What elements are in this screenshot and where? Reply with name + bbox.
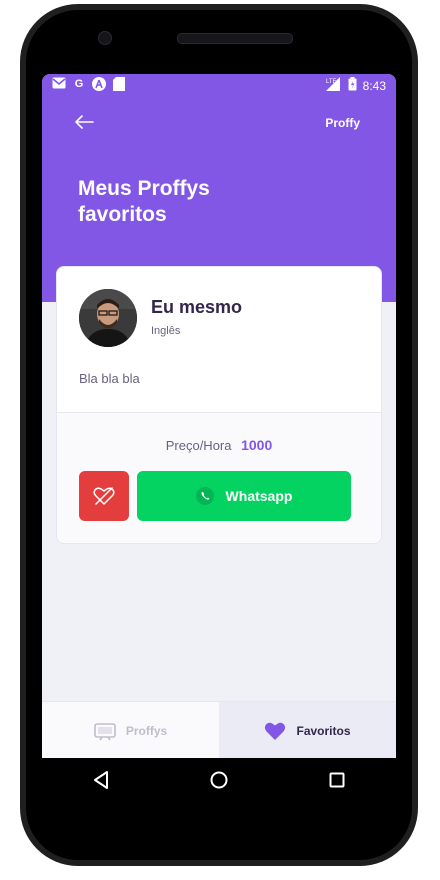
nav-home-button[interactable] (199, 760, 239, 800)
teacher-subject: Inglês (151, 325, 181, 337)
page-title: Meus Proffys favoritos (78, 176, 328, 228)
whatsapp-label: Whatsapp (225, 488, 293, 504)
home-nav-icon (210, 771, 228, 789)
phone-speaker (177, 33, 293, 44)
unfavorite-button[interactable] (79, 471, 129, 521)
tab-proffys[interactable]: Proffys (42, 702, 219, 758)
heart-icon (265, 722, 286, 740)
bottom-tab-bar: Proffys Favoritos (42, 701, 396, 758)
svg-text:LTE: LTE (326, 79, 337, 85)
page-title-line1: Meus Proffys (78, 177, 210, 200)
front-camera (98, 31, 112, 45)
teacher-card: Eu mesmo Inglês Bla bla bla Preço/Hora 1… (56, 266, 382, 544)
whatsapp-icon (195, 487, 214, 505)
status-time: 8:43 (362, 78, 386, 93)
sd-card-icon (112, 77, 126, 91)
avatar (79, 289, 137, 347)
recents-nav-icon (329, 772, 345, 788)
google-icon: G (74, 78, 84, 90)
back-button[interactable] (74, 114, 98, 134)
teacher-bio: Bla bla bla (79, 371, 140, 386)
price-row: Preço/Hora 1000 (57, 437, 381, 453)
signal-icon: LTE (325, 77, 342, 94)
gmail-icon (52, 77, 66, 91)
nav-back-button[interactable] (81, 760, 121, 800)
tv-icon (94, 722, 116, 740)
whatsapp-button[interactable]: Whatsapp (137, 471, 351, 521)
notification-icons: G (52, 77, 126, 91)
heart-outline-icon (93, 487, 115, 505)
page-title-line2: favoritos (78, 203, 167, 226)
back-arrow-icon (75, 115, 94, 129)
price-value: 1000 (241, 437, 273, 453)
status-bar: G LTE 8:43 (42, 74, 396, 96)
battery-icon (348, 77, 357, 94)
tab-proffys-label: Proffys (125, 723, 168, 738)
nav-recents-button[interactable] (317, 760, 357, 800)
price-label: Preço/Hora (165, 438, 232, 453)
brand-logo: Proffy (325, 116, 360, 130)
card-footer: Preço/Hora 1000 Whatsapp (57, 412, 381, 543)
android-nav-bar (42, 758, 396, 802)
teacher-name: Eu mesmo (151, 297, 243, 317)
tab-favoritos[interactable]: Favoritos (219, 702, 396, 758)
back-nav-icon (94, 771, 108, 789)
app-screen: G LTE 8:43 Proffy Meus Proffys favoritos… (42, 74, 396, 758)
tab-favoritos-label: Favoritos (296, 723, 351, 738)
system-indicators: LTE 8:43 (325, 77, 386, 94)
angular-icon (92, 77, 106, 91)
